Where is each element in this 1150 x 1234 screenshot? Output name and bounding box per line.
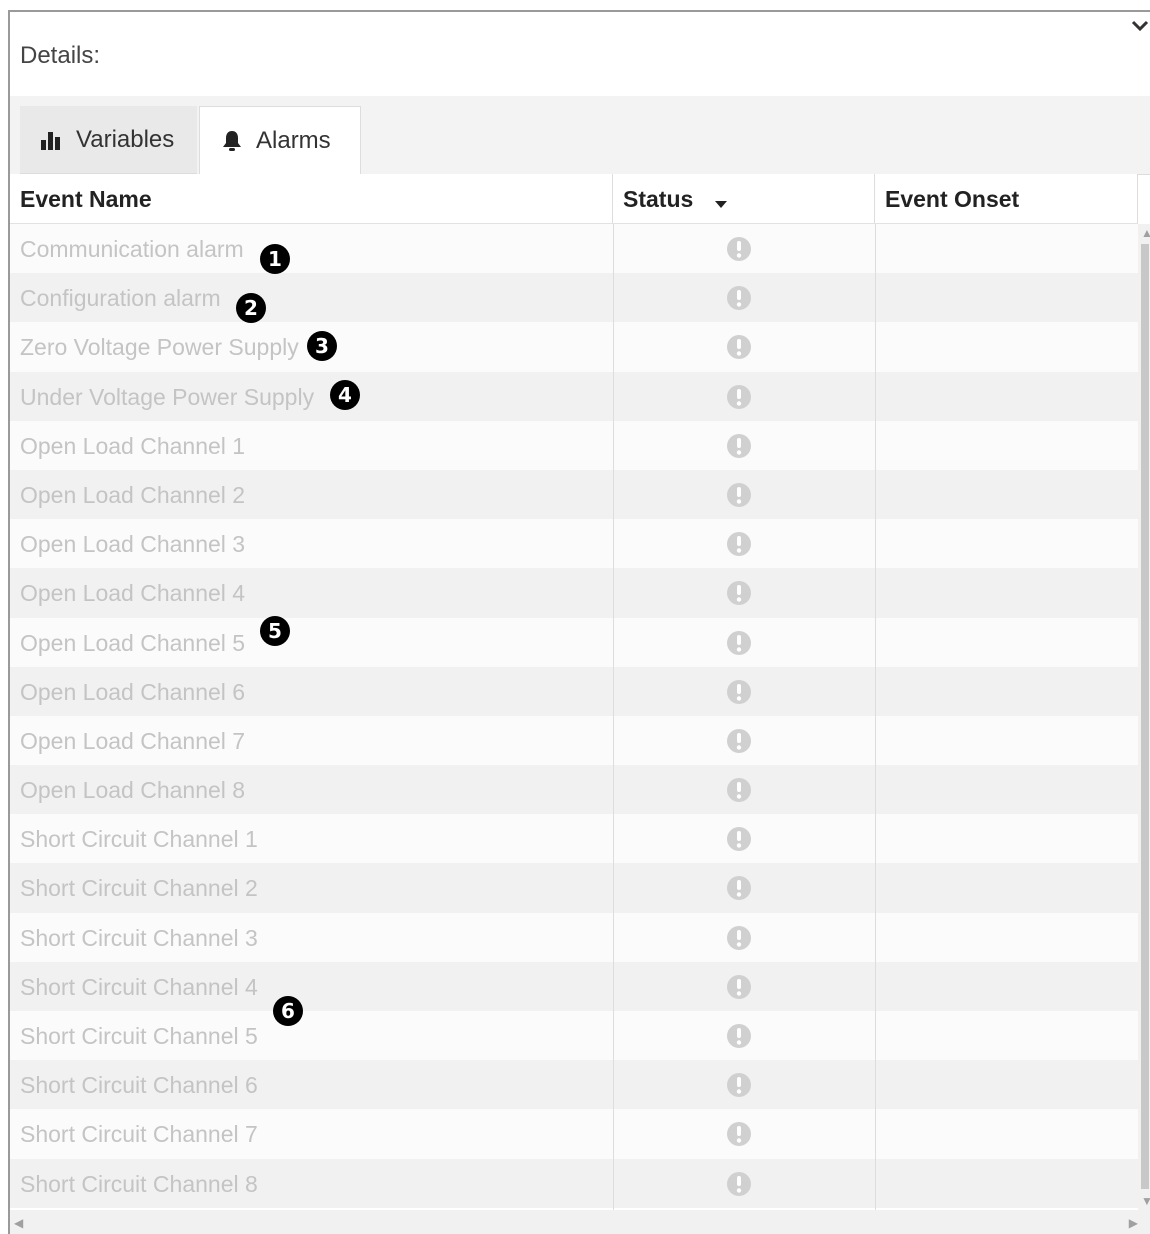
exclamation-circle-icon bbox=[726, 974, 752, 1000]
event-name-cell: Short Circuit Channel 4 bbox=[20, 973, 258, 1000]
event-name-cell: Open Load Channel 2 bbox=[20, 481, 246, 508]
event-name-cell: Open Load Channel 7 bbox=[20, 727, 246, 754]
table-row[interactable]: Open Load Channel 6 bbox=[10, 666, 1138, 716]
event-name-cell: Open Load Channel 5 bbox=[20, 629, 246, 656]
table-row[interactable]: Short Circuit Channel 3 bbox=[10, 912, 1138, 962]
table-row[interactable]: Open Load Channel 7 bbox=[10, 715, 1138, 766]
scroll-up-icon[interactable]: ▲ bbox=[1141, 226, 1150, 240]
callout-4: 4 bbox=[330, 380, 360, 410]
event-name-cell: Short Circuit Channel 8 bbox=[20, 1170, 258, 1197]
event-name-cell: Open Load Channel 4 bbox=[20, 580, 246, 607]
event-name-cell: Open Load Channel 3 bbox=[20, 531, 246, 558]
exclamation-circle-icon bbox=[726, 679, 752, 705]
exclamation-circle-icon bbox=[726, 875, 752, 901]
event-name-cell: Short Circuit Channel 7 bbox=[20, 1121, 258, 1148]
table-row[interactable]: Open Load Channel 4 bbox=[10, 568, 1138, 618]
scroll-left-icon[interactable]: ◀ bbox=[14, 1216, 23, 1230]
vertical-scrollbar[interactable]: ▲ ▼ bbox=[1138, 224, 1150, 1210]
scroll-down-icon[interactable]: ▼ bbox=[1141, 1194, 1150, 1208]
exclamation-circle-icon bbox=[726, 580, 752, 606]
exclamation-circle-icon bbox=[726, 236, 752, 262]
details-title: Details: bbox=[20, 42, 101, 69]
callout-1: 1 bbox=[260, 244, 290, 274]
table-row[interactable]: Zero Voltage Power Supply bbox=[10, 322, 1138, 372]
column-header-event-onset[interactable]: Event Onset bbox=[875, 174, 1138, 223]
exclamation-circle-icon bbox=[726, 630, 752, 656]
table-row[interactable]: Open Load Channel 2 bbox=[10, 469, 1138, 520]
exclamation-circle-icon bbox=[726, 728, 752, 754]
horizontal-scrollbar[interactable]: ◀ ▶ bbox=[10, 1210, 1150, 1234]
event-name-cell: Short Circuit Channel 6 bbox=[20, 1072, 258, 1099]
table-header: Event Name Status Event Onset bbox=[10, 174, 1138, 224]
table-row[interactable]: Short Circuit Channel 2 bbox=[10, 863, 1138, 913]
sort-desc-icon bbox=[714, 176, 728, 226]
vertical-scroll-thumb[interactable] bbox=[1141, 244, 1149, 1189]
callout-5: 5 bbox=[260, 616, 290, 646]
column-divider bbox=[613, 224, 614, 1210]
column-divider bbox=[875, 224, 876, 1210]
tab-alarms[interactable]: Alarms bbox=[199, 106, 361, 175]
event-name-cell: Open Load Channel 1 bbox=[20, 432, 246, 459]
table-row[interactable]: Short Circuit Channel 5 bbox=[10, 1011, 1138, 1061]
details-panel: Details: Variables Alarms Event Name Sta… bbox=[8, 10, 1150, 1234]
tab-alarms-label: Alarms bbox=[256, 126, 331, 154]
event-name-cell: Zero Voltage Power Supply bbox=[20, 334, 299, 361]
event-name-cell: Configuration alarm bbox=[20, 285, 221, 312]
exclamation-circle-icon bbox=[726, 1023, 752, 1049]
event-name-cell: Short Circuit Channel 5 bbox=[20, 1023, 258, 1049]
tab-bar: Variables Alarms bbox=[10, 96, 1150, 175]
exclamation-circle-icon bbox=[726, 285, 752, 311]
details-header: Details: bbox=[10, 12, 1150, 97]
exclamation-circle-icon bbox=[726, 531, 752, 557]
event-name-cell: Short Circuit Channel 3 bbox=[20, 924, 258, 951]
table-row[interactable]: Open Load Channel 5 bbox=[10, 617, 1138, 667]
bar-chart-icon bbox=[40, 130, 62, 150]
table-row[interactable]: Open Load Channel 3 bbox=[10, 519, 1138, 569]
table-body: Communication alarm Configuration alarm Ze… bbox=[10, 224, 1138, 1210]
table-row[interactable]: Open Load Channel 1 bbox=[10, 420, 1138, 470]
table-row[interactable]: Short Circuit Channel 4 bbox=[10, 961, 1138, 1011]
event-name-cell: Short Circuit Channel 1 bbox=[20, 826, 258, 853]
callout-2: 2 bbox=[236, 293, 266, 323]
scroll-right-icon[interactable]: ▶ bbox=[1129, 1216, 1138, 1230]
event-name-cell: Open Load Channel 8 bbox=[20, 777, 246, 804]
exclamation-circle-icon bbox=[726, 1171, 752, 1197]
bell-icon bbox=[222, 130, 242, 152]
exclamation-circle-icon bbox=[726, 384, 752, 410]
tab-variables[interactable]: Variables bbox=[20, 106, 197, 174]
tab-variables-label: Variables bbox=[76, 125, 175, 153]
exclamation-circle-icon bbox=[726, 433, 752, 459]
chevron-down-icon[interactable] bbox=[1130, 16, 1150, 36]
exclamation-circle-icon bbox=[726, 826, 752, 852]
event-name-cell: Short Circuit Channel 2 bbox=[20, 875, 258, 902]
column-header-event-name[interactable]: Event Name bbox=[10, 174, 613, 223]
exclamation-circle-icon bbox=[726, 1072, 752, 1098]
table-row[interactable]: Short Circuit Channel 8 bbox=[10, 1158, 1138, 1208]
exclamation-circle-icon bbox=[726, 334, 752, 360]
table-row[interactable]: Configuration alarm bbox=[10, 273, 1138, 323]
column-header-status[interactable]: Status bbox=[613, 174, 875, 223]
table-row[interactable]: Open Load Channel 8 bbox=[10, 765, 1138, 815]
exclamation-circle-icon bbox=[726, 1121, 752, 1147]
exclamation-circle-icon bbox=[726, 925, 752, 951]
callout-6: 6 bbox=[273, 996, 303, 1026]
exclamation-circle-icon bbox=[726, 482, 752, 508]
callout-3: 3 bbox=[307, 331, 337, 361]
event-name-cell: Open Load Channel 6 bbox=[20, 678, 246, 705]
table-row[interactable]: Short Circuit Channel 7 bbox=[10, 1109, 1138, 1159]
table-row[interactable]: Short Circuit Channel 1 bbox=[10, 814, 1138, 864]
exclamation-circle-icon bbox=[726, 777, 752, 803]
table-row[interactable]: Short Circuit Channel 6 bbox=[10, 1060, 1138, 1110]
event-name-cell: Communication alarm bbox=[20, 236, 244, 262]
table-row[interactable]: Under Voltage Power Supply bbox=[10, 371, 1138, 421]
event-name-cell: Under Voltage Power Supply bbox=[20, 383, 315, 410]
table-row[interactable]: Communication alarm bbox=[10, 224, 1138, 274]
